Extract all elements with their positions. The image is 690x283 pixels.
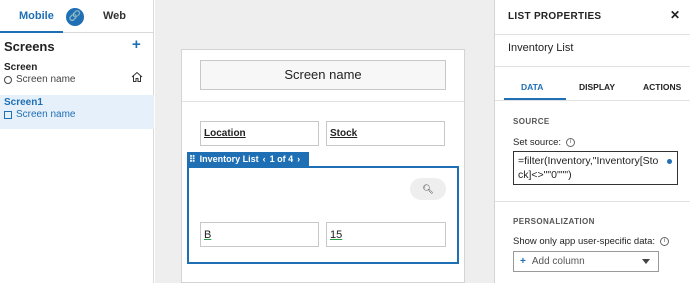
divider — [495, 34, 690, 35]
source-section-label: SOURCE — [513, 117, 550, 126]
screen-item-sub: Screen name — [4, 74, 75, 85]
show-only-label: Show only app user-specific data: i — [513, 236, 670, 247]
search-icon[interactable]: 🔍︎ — [410, 178, 446, 200]
source-formula-input[interactable]: =filter(Inventory,"Inventory[Stock]<>""0… — [513, 151, 678, 185]
screen-item-sub-label: Screen name — [16, 74, 76, 85]
drag-handle-icon[interactable]: ⠿ — [189, 154, 196, 165]
info-icon[interactable]: i — [660, 237, 670, 246]
screen-item-sub: Screen name — [4, 109, 75, 120]
list-cell-stock[interactable]: 15 — [326, 222, 446, 247]
square-icon — [4, 110, 12, 119]
screens-title: Screens — [4, 39, 55, 54]
screen-item-name: Screen1 — [4, 97, 43, 108]
caret-down-icon — [642, 259, 650, 264]
properties-panel: LIST PROPERTIES ✕ Inventory List DATA DI… — [494, 0, 690, 283]
list-pager: 1 of 4 — [269, 154, 294, 164]
add-screen-button[interactable]: + — [132, 36, 141, 53]
screen-item-sub-label: Screen name — [16, 109, 76, 120]
tab-actions[interactable]: ACTIONS — [643, 82, 681, 92]
stock-field[interactable]: Stock — [326, 121, 445, 146]
circle-icon — [4, 75, 12, 84]
add-column-label: Add column — [531, 256, 585, 267]
tab-display[interactable]: DISPLAY — [579, 82, 615, 92]
set-source-text: Set source: — [513, 137, 562, 148]
tab-data[interactable]: DATA — [521, 82, 543, 92]
screen-item-name: Screen — [4, 62, 38, 73]
location-field[interactable]: Location — [200, 121, 319, 146]
chevron-right-icon[interactable]: › — [297, 154, 300, 164]
home-icon[interactable] — [131, 71, 143, 83]
screens-header: Screens + — [0, 36, 154, 56]
list-name: Inventory List — [508, 42, 574, 54]
close-icon[interactable]: ✕ — [670, 8, 680, 22]
divider — [495, 100, 690, 101]
screen-header[interactable]: Screen name — [200, 60, 446, 90]
tab-web[interactable]: Web — [103, 10, 126, 22]
tab-mobile-underline — [0, 31, 63, 33]
list-label: Inventory List — [199, 154, 259, 164]
screen-list-item-selected[interactable]: Screen1 Screen name — [0, 95, 154, 129]
inventory-list[interactable]: 🔍︎ B 15 — [187, 166, 459, 264]
panel-title: LIST PROPERTIES — [508, 11, 602, 22]
screens-panel: Mobile 🔗 Web Screens + Screen Screen nam… — [0, 0, 154, 283]
divider — [495, 201, 690, 202]
list-cell-location[interactable]: B — [200, 222, 319, 247]
status-dot-icon — [667, 159, 672, 164]
divider — [182, 101, 464, 102]
screen-list-item[interactable]: Screen Screen name — [0, 60, 154, 94]
set-source-label: Set source: i — [513, 137, 576, 148]
platform-tabs: Mobile 🔗 Web — [0, 0, 153, 33]
list-toolbar[interactable]: ⠿ Inventory List ‹ 1 of 4 › — [187, 152, 310, 166]
chevron-left-icon[interactable]: ‹ — [263, 154, 266, 164]
add-column-dropdown[interactable]: + Add column — [513, 251, 659, 272]
design-canvas: Screen name Location Stock ⠿ Inventory L… — [155, 0, 494, 283]
link-icon[interactable]: 🔗 — [66, 8, 84, 26]
plus-icon: + — [520, 256, 526, 267]
tab-mobile[interactable]: Mobile — [19, 10, 54, 22]
personalization-section-label: PERSONALIZATION — [513, 217, 595, 226]
info-icon[interactable]: i — [566, 138, 576, 147]
screen-preview: Screen name Location Stock ⠿ Inventory L… — [181, 49, 465, 283]
show-only-text: Show only app user-specific data: — [513, 236, 656, 247]
divider — [495, 66, 690, 67]
formula-text: =filter(Inventory,"Inventory[Stock]<>""0… — [518, 155, 659, 181]
